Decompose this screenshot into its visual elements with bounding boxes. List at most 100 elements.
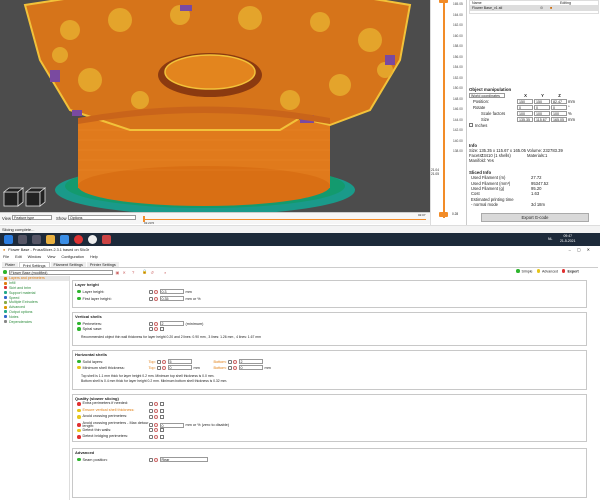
lock-icon[interactable]	[148, 457, 153, 462]
task-view-icon[interactable]	[32, 235, 41, 244]
language-indicator[interactable]: NL	[548, 237, 552, 241]
position-y-input[interactable]: 150	[534, 98, 550, 104]
lock-icon[interactable]	[148, 289, 153, 294]
search-settings-icon[interactable]: ⌕	[164, 270, 166, 275]
sidebar-item-dependencies[interactable]: Dependencies	[0, 319, 69, 324]
rotation-x-input[interactable]: 0	[517, 104, 533, 110]
undo-icon[interactable]	[153, 289, 158, 294]
question-icon[interactable]: ?	[132, 270, 134, 275]
object-list[interactable]: Name Editing Flower Base_v1.stl ⚙ ■	[469, 0, 599, 14]
top-solid-layers-input[interactable]: 5	[167, 359, 192, 364]
spiral-vase-checkbox[interactable]	[159, 327, 164, 331]
layer-height-scale[interactable]: 165.05 164.00 162.00 160.00 158.00 156.00 154.…	[430, 0, 466, 225]
clock[interactable]: 09:47 21-5-2021	[560, 234, 575, 244]
horizontal-move-slider[interactable]	[144, 219, 426, 220]
lock-icon[interactable]	[156, 359, 161, 364]
tab-filament-settings[interactable]: Filament Settings	[50, 262, 86, 267]
prusaslicer-icon[interactable]	[88, 235, 97, 244]
quality-option-checkbox[interactable]	[159, 408, 164, 413]
undo-icon[interactable]	[153, 296, 158, 301]
undo-icon[interactable]	[153, 423, 158, 428]
undo-icon[interactable]	[153, 428, 158, 433]
layer-slider-track[interactable]	[443, 0, 445, 218]
quality-option-checkbox[interactable]	[159, 435, 164, 439]
menu-item-view[interactable]: View	[47, 255, 55, 259]
undo-icon[interactable]	[161, 359, 166, 364]
mode-simple-button[interactable]: Simple	[516, 269, 533, 274]
tab-plater[interactable]: Plater	[2, 262, 18, 267]
first-layer-height-input[interactable]: 0.35	[159, 296, 184, 301]
seam-position-select[interactable]: Rear	[159, 457, 208, 462]
min-bottom-thickness-input[interactable]: 0	[238, 365, 263, 370]
coordinates-select[interactable]: World coordinates	[469, 92, 505, 98]
undo-icon[interactable]	[153, 457, 158, 462]
menu-item-configuration[interactable]: Configuration	[61, 255, 84, 259]
lock-icon[interactable]	[148, 402, 153, 406]
lock-icon[interactable]	[227, 365, 232, 370]
layer-slider-bottom-handle[interactable]	[439, 212, 448, 217]
delete-preset-icon[interactable]: ✕	[122, 270, 126, 275]
undo-icon[interactable]	[153, 321, 158, 326]
menu-item-window[interactable]: Window	[28, 255, 42, 259]
lock-icon[interactable]	[148, 408, 153, 413]
3d-preview-viewport[interactable]	[0, 0, 430, 212]
menu-item-help[interactable]: Help	[90, 255, 98, 259]
lock-icon[interactable]: 🔒	[142, 269, 147, 275]
export-gcode-button[interactable]: Export G-code	[481, 213, 589, 222]
undo-icon[interactable]	[232, 359, 237, 364]
lock-icon[interactable]	[227, 359, 232, 364]
undo-icon[interactable]	[232, 365, 237, 370]
scale-x-input[interactable]: 100	[517, 110, 533, 116]
edge-icon[interactable]	[60, 235, 69, 244]
lock-icon[interactable]	[148, 327, 153, 331]
lock-icon[interactable]	[148, 415, 153, 420]
view-type-select[interactable]: Feature type	[12, 215, 52, 220]
quality-option-checkbox[interactable]	[159, 415, 164, 420]
position-z-input[interactable]: 82.47	[551, 98, 567, 104]
scale-z-input[interactable]: 100	[551, 110, 567, 116]
quality-option-checkbox[interactable]	[159, 428, 164, 433]
min-top-thickness-input[interactable]: 0	[167, 365, 192, 370]
inches-checkbox[interactable]	[469, 123, 473, 127]
size-z-input[interactable]: 165.05	[551, 116, 567, 122]
edit-icon[interactable]: ■	[550, 6, 552, 11]
perimeters-input[interactable]: 2	[159, 321, 184, 326]
windows-start-icon[interactable]	[4, 235, 13, 244]
window-controls[interactable]: –▢✕	[569, 247, 596, 252]
undo-icon[interactable]	[153, 435, 158, 439]
lock-icon[interactable]	[148, 423, 153, 428]
size-y-input[interactable]: 115.67	[534, 116, 550, 122]
undo-icon[interactable]	[153, 327, 158, 331]
tab-printer-settings[interactable]: Printer Settings	[86, 262, 119, 267]
scale-y-input[interactable]: 100	[534, 110, 550, 116]
lock-icon[interactable]	[148, 428, 153, 433]
lock-icon[interactable]	[148, 435, 153, 439]
show-options-select[interactable]: Options	[68, 215, 136, 220]
tab-print-settings[interactable]: Print Settings	[18, 262, 50, 268]
chrome-icon[interactable]	[74, 235, 83, 244]
object-list-row[interactable]: Flower Base_v1.stl ⚙ ■	[470, 6, 598, 11]
lock-icon[interactable]	[148, 321, 153, 326]
undo-icon[interactable]	[153, 402, 158, 406]
quality-option-checkbox[interactable]	[159, 402, 164, 406]
layer-slider-top-handle[interactable]	[439, 0, 448, 3]
file-explorer-icon[interactable]	[46, 235, 55, 244]
undo-icon[interactable]: ↺	[151, 270, 155, 275]
rotation-y-input[interactable]: 0	[534, 104, 550, 110]
mode-expert-button[interactable]: Expert	[561, 269, 579, 274]
undo-icon[interactable]	[153, 408, 158, 413]
preset-select[interactable]: Flower Base (modified)	[8, 269, 113, 275]
settings-icon[interactable]: ⚙	[540, 6, 550, 11]
lock-icon[interactable]	[148, 296, 153, 301]
save-preset-icon[interactable]: ▣	[116, 270, 120, 275]
mode-advanced-button[interactable]: Advanced	[536, 269, 558, 274]
undo-icon[interactable]	[161, 365, 166, 370]
size-x-input[interactable]: 135.35	[517, 116, 533, 122]
bottom-solid-layers-input[interactable]: 2	[238, 359, 263, 364]
lock-icon[interactable]	[156, 365, 161, 370]
position-x-input[interactable]: 150	[517, 98, 533, 104]
search-icon[interactable]	[18, 235, 27, 244]
app-icon[interactable]	[102, 235, 111, 244]
menu-item-edit[interactable]: Edit	[15, 255, 22, 259]
menu-item-file[interactable]: File	[3, 255, 9, 259]
